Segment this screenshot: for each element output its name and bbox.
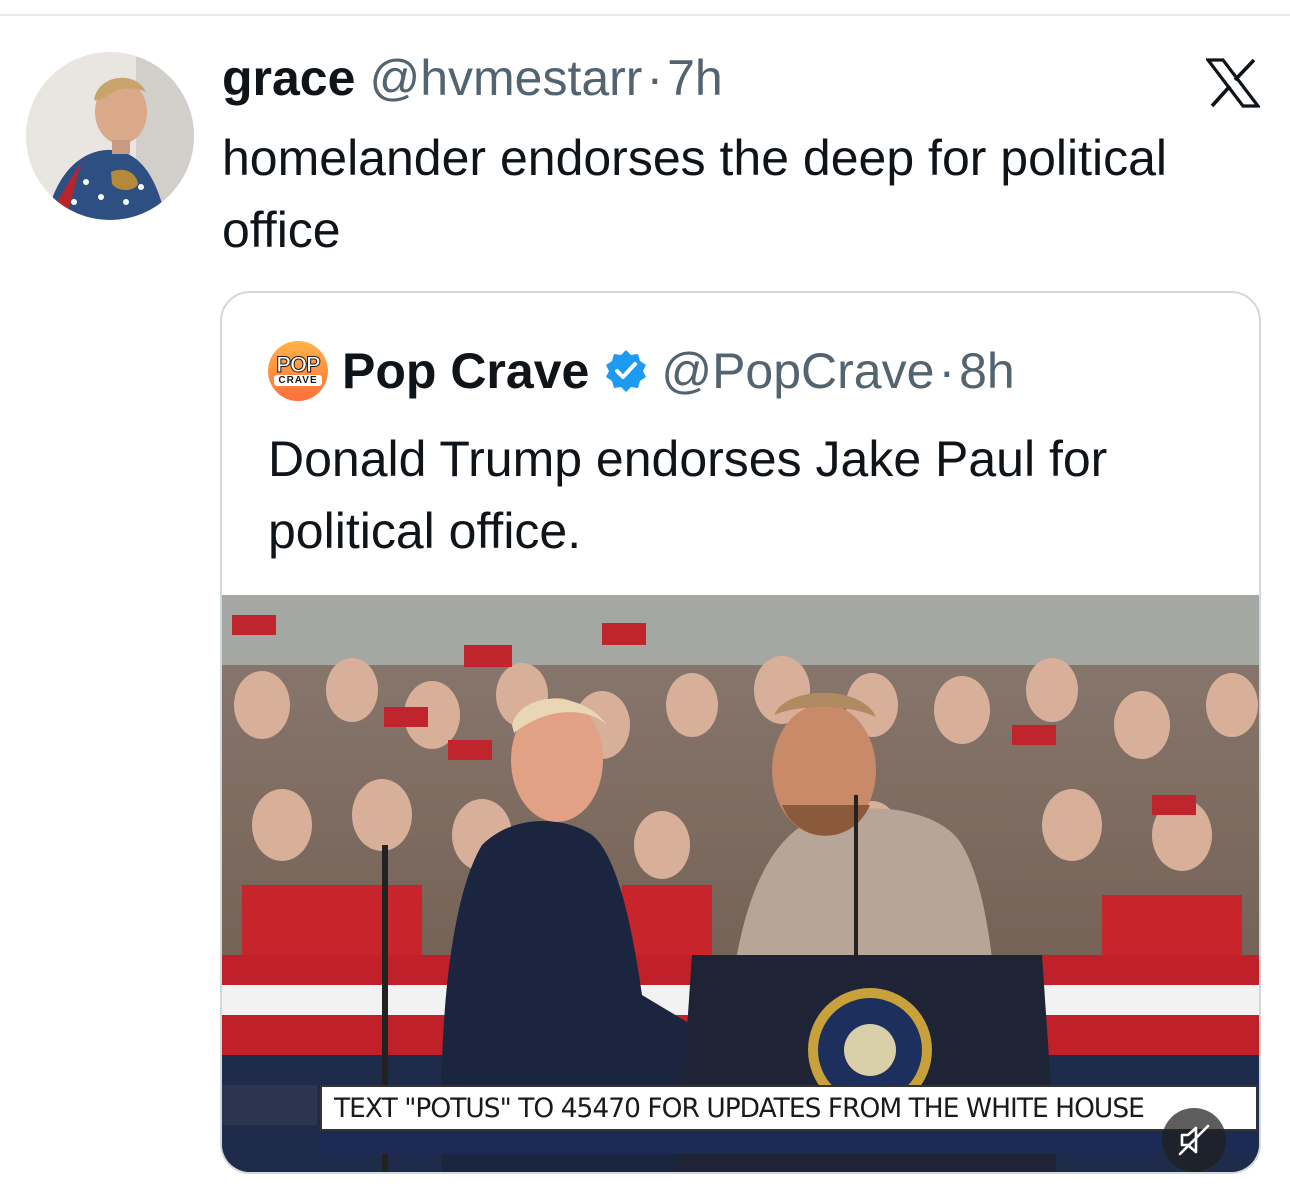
author-avatar[interactable] <box>26 52 194 220</box>
video-chyron: TEXT "POTUS" TO 45470 FOR UPDATES FROM T… <box>320 1085 1258 1131</box>
tweet-header: grace @hvmestarr · 7h <box>222 46 723 110</box>
tweet-time[interactable]: 7h <box>667 46 723 110</box>
tweet-text: homelander endorses the deep for politic… <box>222 130 1168 258</box>
quoted-author-handle[interactable]: @PopCrave <box>661 342 934 400</box>
separator-dot: · <box>646 50 664 106</box>
avatar-logo-bottom-text: CRAVE <box>274 375 322 386</box>
top-divider <box>0 14 1290 16</box>
quoted-tweet-time[interactable]: 8h <box>959 342 1015 400</box>
quoted-tweet-header: POP CRAVE Pop Crave @PopCrave · 8h <box>268 339 1015 403</box>
unmute-button[interactable] <box>1162 1108 1226 1172</box>
verified-badge-icon <box>606 350 647 392</box>
chyron-text: TEXT "POTUS" TO 45470 FOR UPDATES FROM T… <box>334 1093 1145 1124</box>
pop-crave-avatar[interactable]: POP CRAVE <box>268 341 328 401</box>
muted-speaker-icon <box>1178 1124 1210 1156</box>
x-logo-icon[interactable] <box>1204 58 1262 108</box>
author-handle[interactable]: @hvmestarr <box>369 46 642 110</box>
author-name[interactable]: grace <box>222 46 355 110</box>
quoted-tweet-card[interactable]: POP CRAVE Pop Crave @PopCrave · 8h Donal… <box>220 291 1261 1174</box>
video-player[interactable]: TEXT "POTUS" TO 45470 FOR UPDATES FROM T… <box>222 595 1259 1172</box>
separator-dot: · <box>938 343 956 399</box>
quoted-author-name[interactable]: Pop Crave <box>342 342 589 400</box>
quoted-tweet-text: Donald Trump endorses Jake Paul for poli… <box>268 431 1108 559</box>
